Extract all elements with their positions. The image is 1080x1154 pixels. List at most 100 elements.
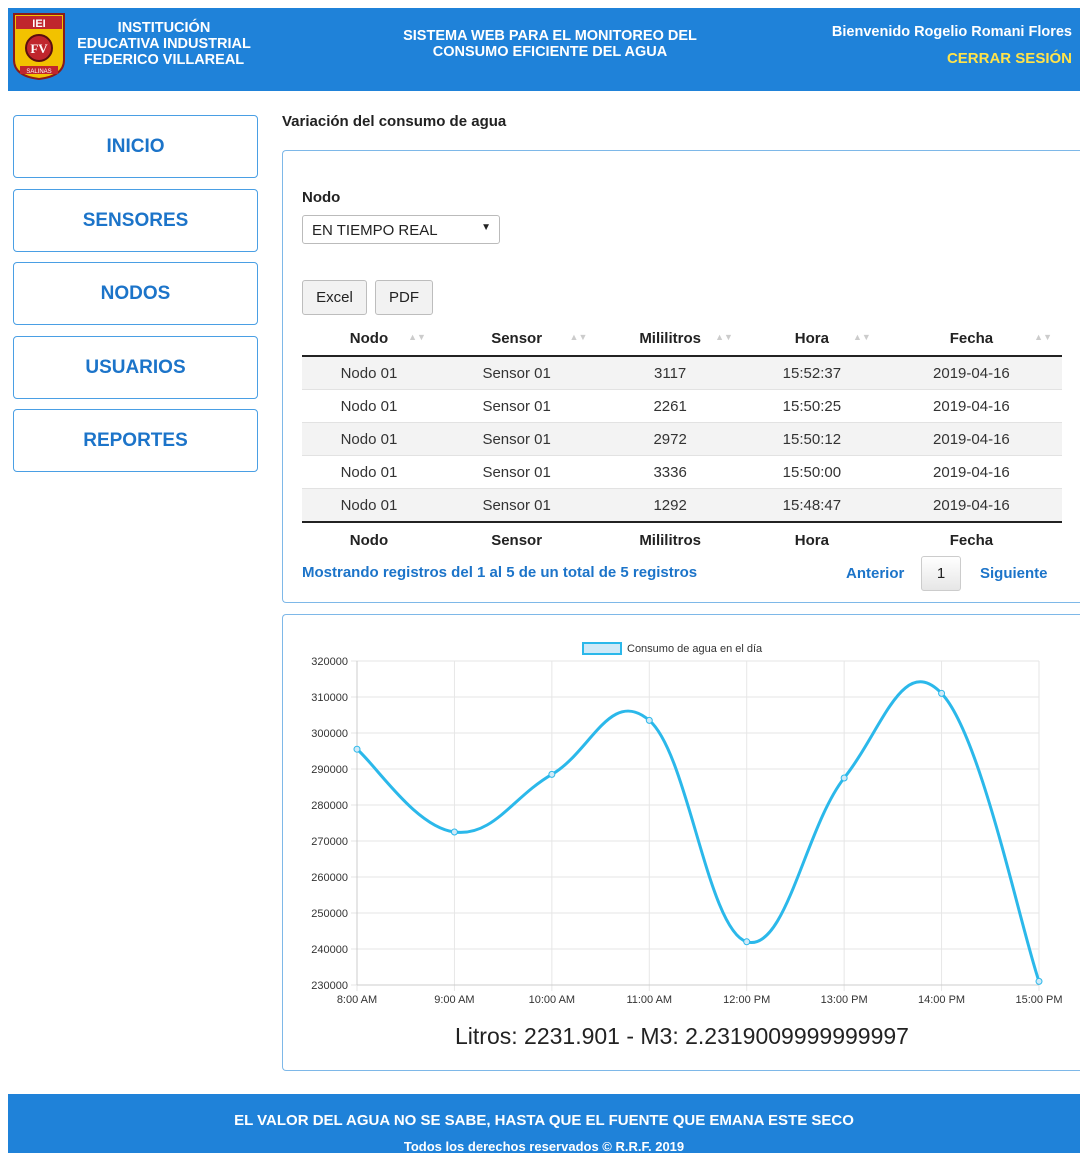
cell-sensor: Sensor 01 [435,422,598,456]
series-line [356,680,1041,982]
y-tick-label: 270000 [311,836,348,848]
sidebar-item-reportes[interactable]: REPORTES [13,409,258,472]
x-tick-label: 13:00 PM [821,994,868,1006]
column-footer-sensor: Sensor [435,521,598,557]
legend-label: Consumo de agua en el día [627,643,763,655]
school-name-line: INSTITUCIÓN [117,20,211,36]
table-row: Nodo 01 Sensor 01 2261 15:50:25 2019-04-… [302,389,1062,423]
data-point [450,828,458,836]
x-tick-label: 9:00 AM [434,994,474,1006]
column-header-hora[interactable]: Hora ▲▼ [742,321,881,357]
x-tick-label: 11:00 AM [626,994,672,1006]
sidebar-item-nodos[interactable]: NODOS [13,262,258,325]
sidebar: INICIO SENSORES NODOS USUARIOS REPORTES [13,115,258,483]
sort-icon: ▲▼ [569,332,588,342]
cell-fecha: 2019-04-16 [880,422,1062,456]
column-footer-hora: Hora [742,521,881,557]
column-header-mililitros[interactable]: Mililitros ▲▼ [597,321,743,357]
data-point [840,774,848,782]
cell-mililitros: 3117 [597,355,743,390]
column-header-label: Mililitros [639,329,701,347]
x-tick-label: 15:00 PM [1015,994,1062,1006]
pagination-next[interactable]: Siguiente [980,565,1048,582]
column-header-label: Nodo [349,329,389,347]
cell-sensor: Sensor 01 [435,389,598,423]
consumption-summary: Litros: 2231.901 - M3: 2.231900999999999… [455,1023,909,1049]
cell-hora: 15:52:37 [742,355,881,390]
x-tick-label: 14:00 PM [918,994,965,1006]
y-tick-label: 230000 [311,980,348,992]
logout-link[interactable]: CERRAR SESIÓN [947,50,1072,67]
pagination-page[interactable]: 1 [921,556,961,591]
y-tick-label: 300000 [311,728,348,740]
cell-nodo: Nodo 01 [302,422,436,456]
cell-nodo: Nodo 01 [302,488,436,522]
cell-hora: 15:50:25 [742,389,881,423]
school-name: INSTITUCIÓN EDUCATIVA INDUSTRIAL FEDERIC… [74,20,254,68]
sort-icon: ▲▼ [852,332,871,342]
footer-copyright: Todos los derechos reservados © R.R.F. 2… [403,1139,685,1154]
system-title: SISTEMA WEB PARA EL MONITOREO DEL CONSUM… [380,28,720,60]
cell-mililitros: 3336 [597,455,743,489]
y-tick-label: 260000 [311,872,348,884]
dropdown-arrow-icon: ▼ [481,222,491,233]
nodo-select[interactable]: EN TIEMPO REAL ▼ [302,215,500,244]
sidebar-item-sensores[interactable]: SENSORES [13,188,258,252]
column-header-label: Hora [794,329,829,347]
table-row: Nodo 01 Sensor 01 3336 15:50:00 2019-04-… [302,455,1062,489]
page-title: Variación del consumo de agua [282,113,507,130]
cell-fecha: 2019-04-16 [880,355,1062,390]
table-row: Nodo 01 Sensor 01 2972 15:50:12 2019-04-… [302,422,1062,456]
x-tick-label: 12:00 PM [723,994,770,1006]
cell-nodo: Nodo 01 [302,455,436,489]
x-tick-label: 8:00 AM [337,994,377,1006]
cell-hora: 15:50:00 [742,455,881,489]
nodo-select-value: EN TIEMPO REAL [312,222,438,239]
logo-caption: SALINAS [26,69,51,75]
data-point [645,716,653,724]
y-tick-label: 310000 [311,692,348,704]
sort-icon: ▲▼ [408,332,426,342]
system-title-line: CONSUMO EFICIENTE DEL AGUA [432,44,668,60]
export-pdf-button[interactable]: PDF [375,280,433,315]
column-header-sensor[interactable]: Sensor ▲▼ [435,321,598,357]
y-tick-label: 320000 [311,656,348,668]
cell-mililitros: 2261 [597,389,743,423]
cell-mililitros: 1292 [597,488,743,522]
cell-hora: 15:48:47 [742,488,881,522]
logo-text: IEI [32,18,45,30]
column-footer-fecha: Fecha [880,521,1062,557]
column-header-nodo[interactable]: Nodo ▲▼ [302,321,436,357]
consumption-chart: 230000 240000 250000 260000 270000 280000 2900… [311,642,1063,1006]
system-title-line: SISTEMA WEB PARA EL MONITOREO DEL [403,28,697,44]
cell-hora: 15:50:12 [742,422,881,456]
cell-sensor: Sensor 01 [435,355,598,390]
pagination-prev[interactable]: Anterior [846,565,904,582]
sort-icon: ▲▼ [1034,332,1052,342]
cell-sensor: Sensor 01 [435,455,598,489]
school-name-line: EDUCATIVA INDUSTRIAL [77,36,251,52]
y-tick-label: 250000 [311,908,348,920]
y-tick-label: 290000 [311,764,348,776]
nodo-label: Nodo [302,189,341,206]
records-table: Nodo ▲▼ Sensor ▲▼ Mililitros ▲▼ Hora ▲▼ Fech… [302,321,1062,557]
column-header-fecha[interactable]: Fecha ▲▼ [880,321,1062,357]
column-footer-mililitros: Mililitros [597,521,743,557]
cell-sensor: Sensor 01 [435,488,598,522]
footer-slogan: EL VALOR DEL AGUA NO SE SABE, HASTA QUE … [234,1112,854,1129]
column-footer-nodo: Nodo [302,521,436,557]
sidebar-item-inicio[interactable]: INICIO [13,115,258,178]
cell-nodo: Nodo 01 [302,355,436,390]
column-header-label: Fecha [949,329,994,347]
sidebar-item-usuarios[interactable]: USUARIOS [13,335,258,399]
data-point [1035,977,1043,985]
x-tick-label: 10:00 AM [529,994,575,1006]
records-panel: Nodo EN TIEMPO REAL ▼ Excel PDF Nodo ▲▼ S… [282,150,1080,603]
data-point [938,689,946,697]
table-row: Nodo 01 Sensor 01 3117 15:52:37 2019-04-… [302,355,1062,390]
export-excel-button[interactable]: Excel [302,280,367,315]
data-point [353,745,361,753]
logo-badge: FV [30,41,48,56]
y-tick-label: 280000 [311,800,348,812]
sort-icon: ▲▼ [715,332,733,342]
